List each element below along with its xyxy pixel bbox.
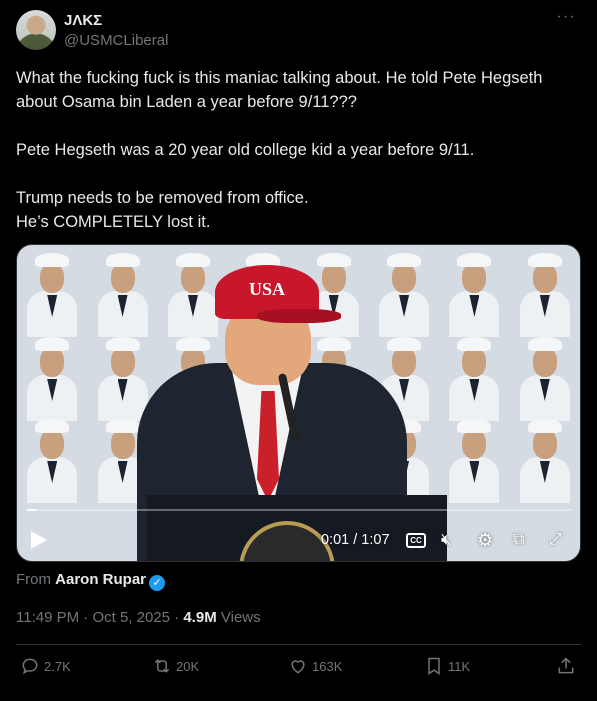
video-player[interactable]: USA 0:01 / 1:07 CC 🔇︎ ⚙︎ ⧉ ⤢ bbox=[16, 244, 581, 562]
tweet-header: JΛKΣ @USMCLiberal ··· bbox=[16, 9, 581, 54]
reply-count: 2.7K bbox=[44, 658, 71, 674]
tweet-date[interactable]: Oct 5, 2025 bbox=[92, 609, 170, 626]
video-frame: USA bbox=[17, 245, 580, 561]
video-controls: 0:01 / 1:07 CC 🔇︎ ⚙︎ ⧉ ⤢ bbox=[17, 521, 580, 561]
like-button[interactable]: 163K bbox=[288, 656, 342, 676]
tweet-meta: 11:49 PM · Oct 5, 2025 · 4.9M Views bbox=[16, 609, 261, 626]
share-icon bbox=[558, 657, 574, 674]
repost-count: 20K bbox=[176, 658, 200, 674]
avatar[interactable] bbox=[16, 10, 56, 50]
picture-in-picture-icon[interactable]: ⧉ bbox=[513, 529, 524, 551]
tweet-paragraph: Trump needs to be removed from office. bbox=[16, 189, 309, 207]
tweet-text: What the fucking fuck is this maniac tal… bbox=[16, 66, 581, 234]
tweet-paragraph: He’s COMPLETELY lost it. bbox=[16, 213, 211, 231]
share-button[interactable] bbox=[556, 656, 580, 676]
repost-icon bbox=[154, 659, 170, 673]
media-source: From Aaron Rupar ✓ bbox=[16, 571, 166, 591]
cap-text: USA bbox=[249, 279, 286, 299]
meta-separator: · bbox=[83, 609, 89, 626]
heart-icon bbox=[291, 660, 305, 674]
tweet-paragraph: What the fucking fuck is this maniac tal… bbox=[16, 69, 543, 111]
meta-separator: · bbox=[174, 609, 180, 626]
source-prefix: From bbox=[16, 571, 51, 588]
source-author[interactable]: Aaron Rupar bbox=[55, 571, 146, 588]
gear-icon[interactable]: ⚙︎ bbox=[477, 529, 493, 551]
views-count: 4.9M bbox=[183, 609, 217, 626]
fullscreen-icon[interactable]: ⤢ bbox=[549, 529, 562, 551]
tweet-time[interactable]: 11:49 PM bbox=[16, 609, 79, 626]
video-time: 0:01 / 1:07 bbox=[321, 532, 390, 548]
more-options-icon[interactable]: ··· bbox=[551, 9, 581, 32]
reply-button[interactable]: 2.7K bbox=[20, 656, 71, 676]
video-progress-bar[interactable] bbox=[27, 509, 572, 511]
display-name[interactable]: JΛKΣ bbox=[64, 12, 102, 29]
verified-badge-icon: ✓ bbox=[149, 575, 166, 591]
play-icon[interactable] bbox=[31, 531, 47, 549]
video-progress-fill bbox=[27, 509, 36, 511]
views-label: Views bbox=[220, 609, 261, 626]
reply-icon bbox=[22, 658, 38, 675]
mute-icon[interactable]: 🔇︎ bbox=[441, 529, 452, 551]
tweet-paragraph: Pete Hegseth was a 20 year old college k… bbox=[16, 141, 475, 159]
repost-button[interactable]: 20K bbox=[152, 656, 199, 676]
bookmark-count: 11K bbox=[448, 658, 471, 674]
bookmark-button[interactable]: 11K bbox=[424, 656, 470, 676]
bookmark-icon bbox=[428, 657, 440, 675]
captions-icon[interactable]: CC bbox=[406, 533, 426, 548]
divider bbox=[16, 644, 581, 645]
like-count: 163K bbox=[312, 658, 343, 674]
action-bar: 2.7K 20K 163K 11K bbox=[16, 656, 581, 680]
user-handle[interactable]: @USMCLiberal bbox=[64, 32, 168, 49]
